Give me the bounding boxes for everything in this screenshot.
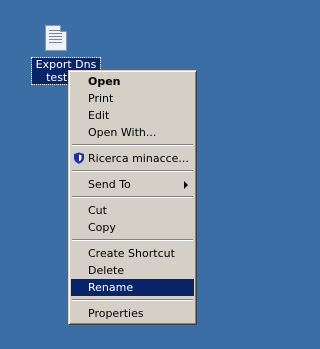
menu-separator [72, 170, 193, 172]
menu-separator [72, 144, 193, 146]
menu-item-send-to[interactable]: Send To [71, 176, 194, 193]
menu-item-open-with[interactable]: Open With... [71, 124, 194, 141]
menu-item-delete[interactable]: Delete [71, 262, 194, 279]
menu-separator [72, 196, 193, 198]
menu-item-edit[interactable]: Edit [71, 107, 194, 124]
menu-item-rename[interactable]: Rename [71, 279, 194, 296]
menu-separator [72, 299, 193, 301]
menu-item-label: Edit [88, 109, 110, 122]
menu-item-label: Open [88, 75, 121, 88]
menu-item-cut[interactable]: Cut [71, 202, 194, 219]
menu-item-open[interactable]: Open [71, 73, 194, 90]
menu-item-label: Print [88, 92, 114, 105]
menu-item-label: Rename [88, 281, 134, 294]
text-file-icon [45, 25, 67, 51]
menu-item-label: Send To [88, 178, 131, 191]
context-menu: Open Print Edit Open With... Ricerca min… [68, 70, 197, 325]
menu-item-label: Open With... [88, 126, 157, 139]
menu-item-ricerca-minacce[interactable]: Ricerca minacce... [71, 150, 194, 167]
menu-item-label: Cut [88, 204, 107, 217]
antivirus-shield-icon [74, 152, 84, 164]
menu-item-label: Create Shortcut [88, 247, 175, 260]
menu-item-label: Delete [88, 264, 125, 277]
menu-separator [72, 239, 193, 241]
menu-item-label: Properties [88, 307, 144, 320]
submenu-arrow-icon [184, 181, 188, 189]
menu-item-create-shortcut[interactable]: Create Shortcut [71, 245, 194, 262]
menu-item-label: Copy [88, 221, 116, 234]
menu-item-print[interactable]: Print [71, 90, 194, 107]
menu-item-copy[interactable]: Copy [71, 219, 194, 236]
menu-item-properties[interactable]: Properties [71, 305, 194, 322]
menu-item-label: Ricerca minacce... [88, 152, 189, 165]
